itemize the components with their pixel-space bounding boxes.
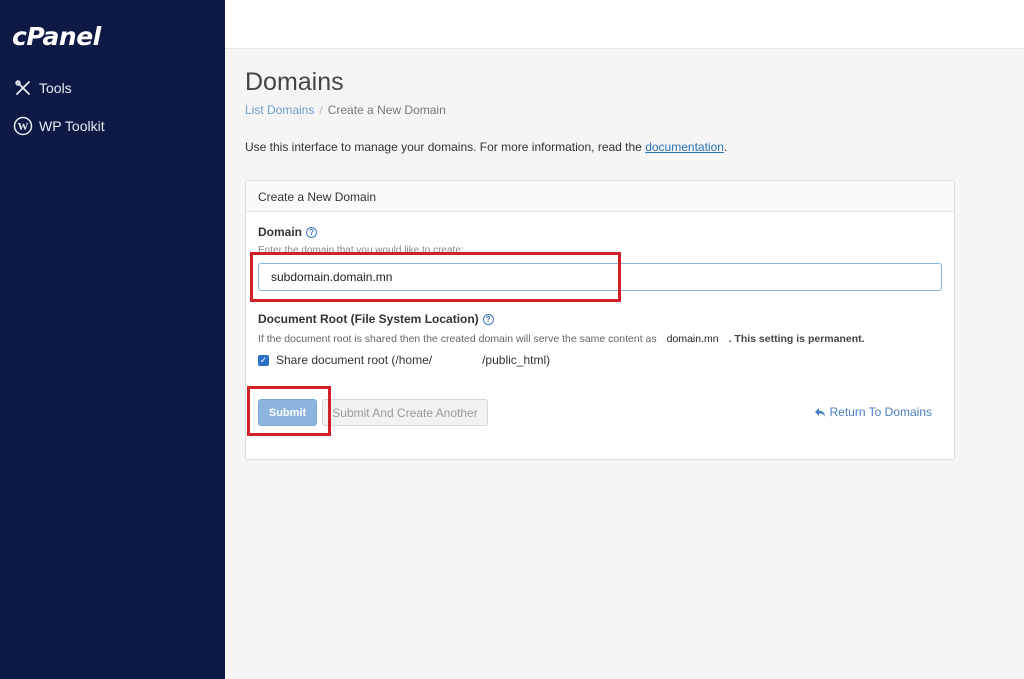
domain-label-text: Domain xyxy=(258,225,303,239)
tools-icon xyxy=(13,78,33,98)
page-title: Domains xyxy=(245,68,344,96)
share-docroot-row[interactable]: ✓ Share document root (/home/ /public_htm… xyxy=(258,353,550,367)
create-domain-panel: Create a New Domain Domain? Enter the do… xyxy=(245,180,955,460)
sidebar-item-label: WP Toolkit xyxy=(39,118,105,134)
input-highlight-box xyxy=(250,252,621,302)
intro-text: Use this interface to manage your domain… xyxy=(245,140,727,154)
breadcrumb-separator: / xyxy=(319,103,323,117)
sidebar-item-wp-toolkit[interactable]: W WP Toolkit xyxy=(13,115,105,137)
submit-and-create-another-button[interactable]: Submit And Create Another xyxy=(322,399,488,426)
breadcrumb-current: Create a New Domain xyxy=(327,103,446,117)
submit-highlight-box xyxy=(247,386,331,436)
help-icon[interactable]: ? xyxy=(306,227,318,238)
docroot-hint-text: If the document root is shared then the … xyxy=(258,333,657,345)
wordpress-icon: W xyxy=(13,116,33,136)
return-to-domains-label: Return To Domains xyxy=(829,405,933,419)
share-label-start: Share document root (/home/ xyxy=(276,353,433,367)
cpanel-logo[interactable]: cPanel xyxy=(12,22,101,51)
share-label-end: /public_html) xyxy=(482,353,551,367)
intro-text-end: . xyxy=(723,140,728,154)
svg-text:W: W xyxy=(18,121,29,133)
breadcrumb-list-domains[interactable]: List Domains xyxy=(245,103,314,117)
help-icon[interactable]: ? xyxy=(482,314,494,325)
share-docroot-checkbox[interactable]: ✓ xyxy=(258,354,269,366)
top-bar xyxy=(225,0,1024,49)
breadcrumb: List Domains / Create a New Domain xyxy=(245,103,446,117)
return-to-domains-link[interactable]: Return To Domains xyxy=(814,405,933,419)
reply-arrow-icon xyxy=(814,407,826,418)
sidebar-item-tools[interactable]: Tools xyxy=(13,77,72,99)
panel-heading: Create a New Domain xyxy=(246,181,954,212)
docroot-permanent-note: . This setting is permanent. xyxy=(728,333,865,345)
sidebar-item-label: Tools xyxy=(39,80,72,96)
intro-text-body: Use this interface to manage your domain… xyxy=(245,140,646,154)
documentation-link[interactable]: documentation xyxy=(645,140,724,154)
domain-label: Domain? xyxy=(258,225,318,239)
docroot-hint: If the document root is shared then the … xyxy=(258,333,865,345)
docroot-label-text: Document Root (File System Location) xyxy=(258,312,479,326)
sidebar: cPanel Tools W WP Toolkit xyxy=(0,0,225,679)
docroot-label: Document Root (File System Location)? xyxy=(258,312,494,326)
docroot-domain: domain.mn xyxy=(666,333,719,345)
